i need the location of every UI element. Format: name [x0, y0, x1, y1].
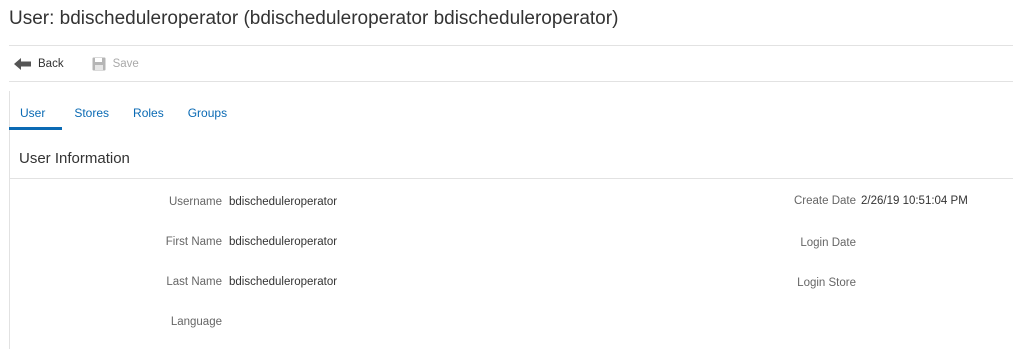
first-name-value: bdischeduleroperator: [229, 236, 338, 248]
toolbar-divider: [9, 81, 1013, 82]
login-date-label: Login Date: [800, 237, 856, 249]
tab-stores[interactable]: Stores: [63, 100, 120, 130]
tab-groups[interactable]: Groups: [177, 100, 238, 130]
create-date-value: 2/26/19 10:51:04 PM: [861, 195, 968, 207]
user-detail-page: User: bdischeduleroperator (bdischeduler…: [0, 0, 1013, 349]
tab-user[interactable]: User: [9, 100, 63, 130]
arrow-left-icon: [14, 58, 31, 70]
username-label: Username: [168, 196, 222, 208]
login-store-label: Login Store: [797, 277, 856, 289]
create-date-label: Create Date: [793, 195, 856, 207]
page-title: User: bdischeduleroperator (bdischeduler…: [9, 8, 619, 29]
last-name-label: Last Name: [166, 276, 222, 288]
toolbar: Back Save: [14, 51, 139, 77]
language-label: Language: [170, 316, 222, 328]
title-divider: [9, 45, 1013, 46]
username-value: bdischeduleroperator: [229, 196, 338, 208]
section-title: User Information: [19, 150, 130, 167]
floppy-disk-icon: [92, 57, 106, 71]
save-button[interactable]: Save: [92, 57, 139, 71]
section-divider: [10, 178, 1013, 179]
back-button[interactable]: Back: [14, 58, 64, 70]
save-button-label: Save: [112, 58, 139, 70]
tab-roles[interactable]: Roles: [122, 100, 175, 130]
tab-bar: User Stores Roles Groups: [9, 100, 238, 130]
last-name-value: bdischeduleroperator: [229, 276, 338, 288]
first-name-label: First Name: [165, 236, 222, 248]
back-button-label: Back: [38, 58, 64, 70]
